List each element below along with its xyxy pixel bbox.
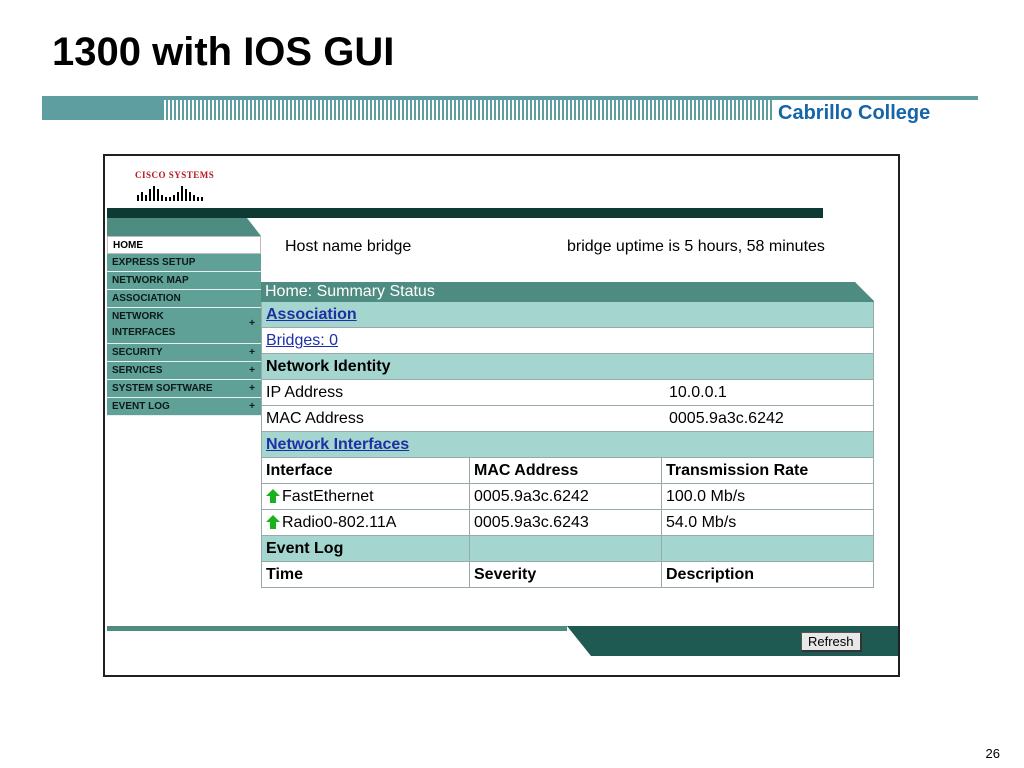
host-name: Host name bridge [285, 238, 412, 255]
cisco-logo: Cisco Systems [135, 170, 214, 206]
section-network-identity: Network Identity [261, 354, 874, 380]
interface-rate: 54.0 Mb/s [666, 514, 737, 531]
up-arrow-icon [266, 515, 280, 529]
bridges-row: Bridges: 0 [261, 328, 874, 354]
event-log-heading: Event Log [262, 536, 470, 561]
sidebar-item-label: SERVICES [112, 365, 163, 376]
interface-name: Radio0-802.11A [282, 514, 397, 531]
network-interfaces-link[interactable]: Network Interfaces [266, 436, 409, 453]
cisco-bridge-icon [137, 186, 203, 201]
sidebar-item-home[interactable]: HOME [107, 236, 261, 254]
sidebar-item-network-map[interactable]: NETWORK MAP [107, 272, 261, 290]
slide-title: 1300 with IOS GUI [52, 30, 395, 74]
interface-name-cell: FastEthernet [262, 484, 470, 509]
table-row: MAC Address 0005.9a3c.6242 [261, 406, 874, 432]
interface-name: FastEthernet [282, 488, 374, 505]
interface-name-cell: Radio0-802.11A [262, 510, 470, 535]
column-header: Interface [262, 458, 470, 483]
summary-status-table: Home: Summary Status Association Bridges… [261, 282, 875, 588]
column-header: Time [262, 562, 470, 587]
interface-rate: 100.0 Mb/s [666, 488, 746, 505]
mac-address-label: MAC Address [266, 410, 364, 427]
summary-title: Home: Summary Status [265, 283, 435, 300]
sidebar-item-label: SECURITY [112, 347, 163, 358]
table-row: Radio0-802.11A 0005.9a3c.6243 54.0 Mb/s [261, 510, 874, 536]
interface-mac: 0005.9a3c.6243 [470, 510, 662, 535]
sidebar-item-label: EXPRESS SETUP [112, 257, 196, 268]
sidebar-item-security[interactable]: SECURITY + [107, 344, 261, 362]
column-header: Description [666, 566, 755, 583]
bottom-bar [107, 626, 898, 656]
mac-address-value: 0005.9a3c.6242 [669, 410, 784, 427]
top-bar [107, 208, 823, 218]
network-identity-heading: Network Identity [266, 358, 391, 375]
sidebar-item-express-setup[interactable]: EXPRESS SETUP [107, 254, 261, 272]
summary-title-bar: Home: Summary Status [261, 282, 875, 302]
table-row: FastEthernet 0005.9a3c.6242 100.0 Mb/s [261, 484, 874, 510]
empty-cell [662, 536, 873, 561]
event-header-row: Time Severity Description [261, 562, 874, 588]
bridges-link[interactable]: Bridges: 0 [266, 332, 338, 349]
expand-plus-icon: + [249, 347, 255, 358]
section-event-log: Event Log [261, 536, 874, 562]
cisco-logo-text: Cisco Systems [135, 170, 215, 180]
section-network-interfaces: Network Interfaces [261, 432, 874, 458]
sidebar-item-label: NETWORK MAP [112, 275, 189, 286]
association-link[interactable]: Association [266, 306, 357, 323]
column-header: Transmission Rate [666, 462, 809, 479]
nav-header-tab [107, 218, 261, 236]
expand-plus-icon: + [249, 383, 255, 394]
sidebar-nav: HOME EXPRESS SETUP NETWORK MAP ASSOCIATI… [107, 236, 261, 416]
expand-plus-icon: + [249, 401, 255, 412]
ip-address-label: IP Address [266, 384, 344, 401]
refresh-button[interactable]: Refresh [801, 632, 862, 652]
expand-plus-icon: + [249, 318, 255, 329]
sidebar-item-label: NETWORK [112, 311, 164, 322]
up-arrow-icon [266, 489, 280, 503]
expand-plus-icon: + [249, 365, 255, 376]
sidebar-item-event-log[interactable]: EVENT LOG + [107, 398, 261, 416]
section-association: Association [261, 302, 874, 328]
column-header: MAC Address [470, 458, 662, 483]
uptime-text: bridge uptime is 5 hours, 58 minutes [567, 238, 825, 255]
sidebar-item-network-interfaces[interactable]: NETWORK INTERFACES + [107, 308, 261, 344]
empty-cell [470, 536, 662, 561]
banner-text: Cabrillo College [774, 102, 935, 125]
slide-number: 26 [985, 746, 1000, 761]
column-header: Severity [470, 562, 662, 587]
interface-mac: 0005.9a3c.6242 [470, 484, 662, 509]
sidebar-item-services[interactable]: SERVICES + [107, 362, 261, 380]
table-row: IP Address 10.0.0.1 [261, 380, 874, 406]
sidebar-item-label: EVENT LOG [112, 401, 170, 412]
sidebar-item-label: ASSOCIATION [112, 293, 181, 304]
screenshot-frame: Cisco Systems HOME EXPRESS SETUP NETWORK… [103, 154, 900, 677]
interfaces-header-row: Interface MAC Address Transmission Rate [261, 458, 874, 484]
sidebar-item-system-software[interactable]: SYSTEM SOFTWARE + [107, 380, 261, 398]
ip-address-value: 10.0.0.1 [669, 384, 727, 401]
sidebar-item-label: SYSTEM SOFTWARE [112, 383, 213, 394]
sidebar-item-label-line2: INTERFACES [112, 327, 176, 338]
sidebar-item-association[interactable]: ASSOCIATION [107, 290, 261, 308]
sidebar-item-label: HOME [113, 240, 143, 251]
